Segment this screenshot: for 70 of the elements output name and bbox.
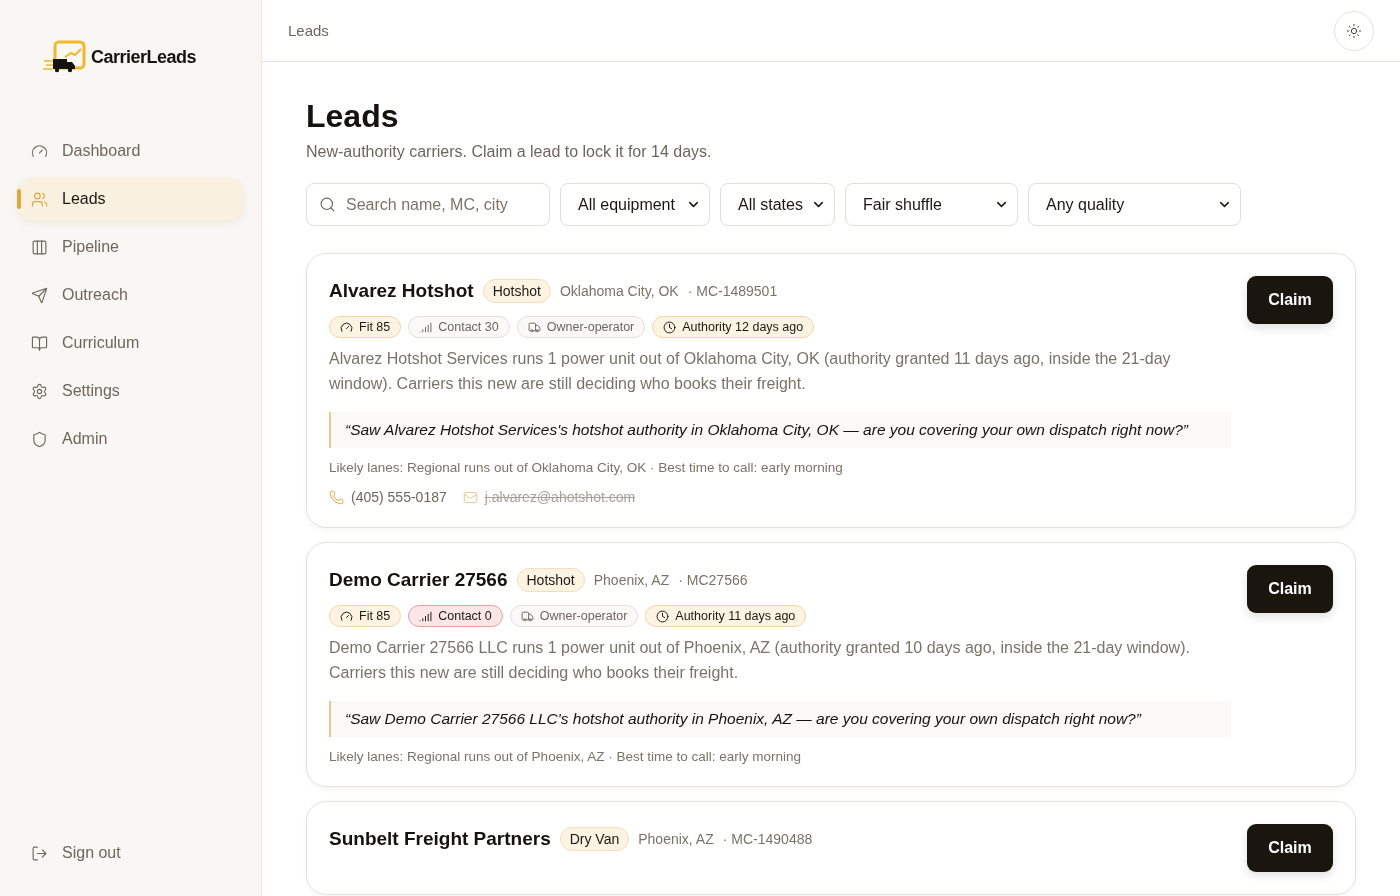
info-chip: Contact 0 [408,605,503,627]
carrier-location: Phoenix, AZ [638,831,714,847]
sign-out-link[interactable]: Sign out [18,832,243,874]
theme-toggle-button[interactable] [1334,10,1374,51]
sign-out-icon [31,844,48,862]
info-chip: Owner-operator [509,605,639,627]
nav-item[interactable]: Settings [18,370,243,412]
logo-icon [43,40,87,74]
claim-button[interactable]: Claim [1247,565,1333,613]
lanes-text: Likely lanes: Regional runs out of Phoenix, AZ · Best time to call: early morning [329,749,802,764]
filter-dropdown[interactable]: All equipment [560,183,710,226]
nav-item[interactable]: Curriculum [18,322,243,364]
info-chip: Fit 85 [329,316,402,338]
clock-icon [656,609,670,623]
filter-dropdown[interactable]: Any quality [1028,183,1241,226]
claim-button[interactable]: Claim [1247,276,1333,324]
gauge-icon [340,609,353,623]
lead-summary: Demo Carrier 27566 LLC runs 1 power unit out of Phoenix, AZ (authority granted 10 days ago, inside the 21-day window). Carriers this new are still deciding who books their freight. [329,638,1191,683]
filter-dropdown[interactable]: Fair shuffle [845,183,1018,226]
signal-icon [419,609,433,623]
truck-icon [527,320,541,334]
lanes-text: Likely lanes: Regional runs out of Oklahoma City, OK · Best time to call: early morning [329,460,844,475]
search-icon [319,196,336,213]
settings-icon [31,382,48,400]
mc-number: · MC-1490488 [722,831,813,847]
nav-item[interactable]: Dashboard [18,130,243,172]
pitch-quote: “Saw Alvarez Hotshot Services's hotshot authority in Oklahoma City, OK — are you covering your own dispatch right now?” [329,412,1231,448]
info-chip: Authority 12 days ago [652,316,815,338]
nav-item[interactable]: Leads [18,178,243,220]
clock-icon [663,320,677,334]
nav-item[interactable]: Pipeline [18,226,243,268]
info-chip: Fit 85 [329,605,402,627]
mc-number: · MC27566 [678,572,748,588]
lead-summary: Alvarez Hotshot Services runs 1 power unit out of Oklahoma City, OK (authority granted 11 days ago, inside the 21-day window). Carriers this new are still deciding who books their freight. [329,349,1172,394]
shield-icon [31,430,48,448]
signal-icon [419,320,433,334]
truck-icon [520,609,534,623]
mc-number: · MC-1489501 [687,283,778,299]
info-chip: Owner-operator [516,316,646,338]
page-subtitle: New-authority carriers. Claim a lead to lock it for 14 days. [306,143,713,161]
info-chip: Authority 11 days ago [645,605,807,627]
equipment-tag: Hotshot [516,568,585,592]
claim-button[interactable]: Claim [1247,824,1333,872]
carrier-location: Phoenix, AZ [593,572,670,588]
mail-icon [462,489,478,505]
breadcrumb: Leads [288,22,329,39]
phone-icon [329,489,344,505]
send-icon [31,286,48,304]
users-icon [31,190,48,208]
nav-item[interactable]: Outreach [18,274,243,316]
pitch-quote: “Saw Demo Carrier 27566 LLC's hotshot authority in Phoenix, AZ — are you covering your own dispatch right now?” [329,701,1231,737]
equipment-tag: Dry Van [559,827,630,851]
carrier-name: Demo Carrier 27566 [329,569,508,591]
phone-number: (405) 555-0187 [351,489,447,505]
gauge-icon [340,320,353,334]
page-title: Leads [306,98,400,135]
book-icon [31,334,48,352]
equipment-tag: Hotshot [482,279,551,303]
sun-icon [1346,22,1362,39]
nav-item[interactable]: Admin [18,418,243,460]
brand-name: CarrierLeads [91,46,197,68]
carrier-location: Oklahoma City, OK [559,283,679,299]
search-field[interactable]: Search name, MC, city [306,183,550,226]
carrier-name: Sunbelt Freight Partners [329,828,551,850]
carrier-name: Alvarez Hotshot [329,280,474,302]
info-chip: Contact 30 [408,316,510,338]
email-address: j.alvarez@ahotshot.com [484,489,636,505]
columns-icon [31,238,48,256]
filter-dropdown[interactable]: All states [720,183,835,226]
gauge-icon [31,142,48,160]
